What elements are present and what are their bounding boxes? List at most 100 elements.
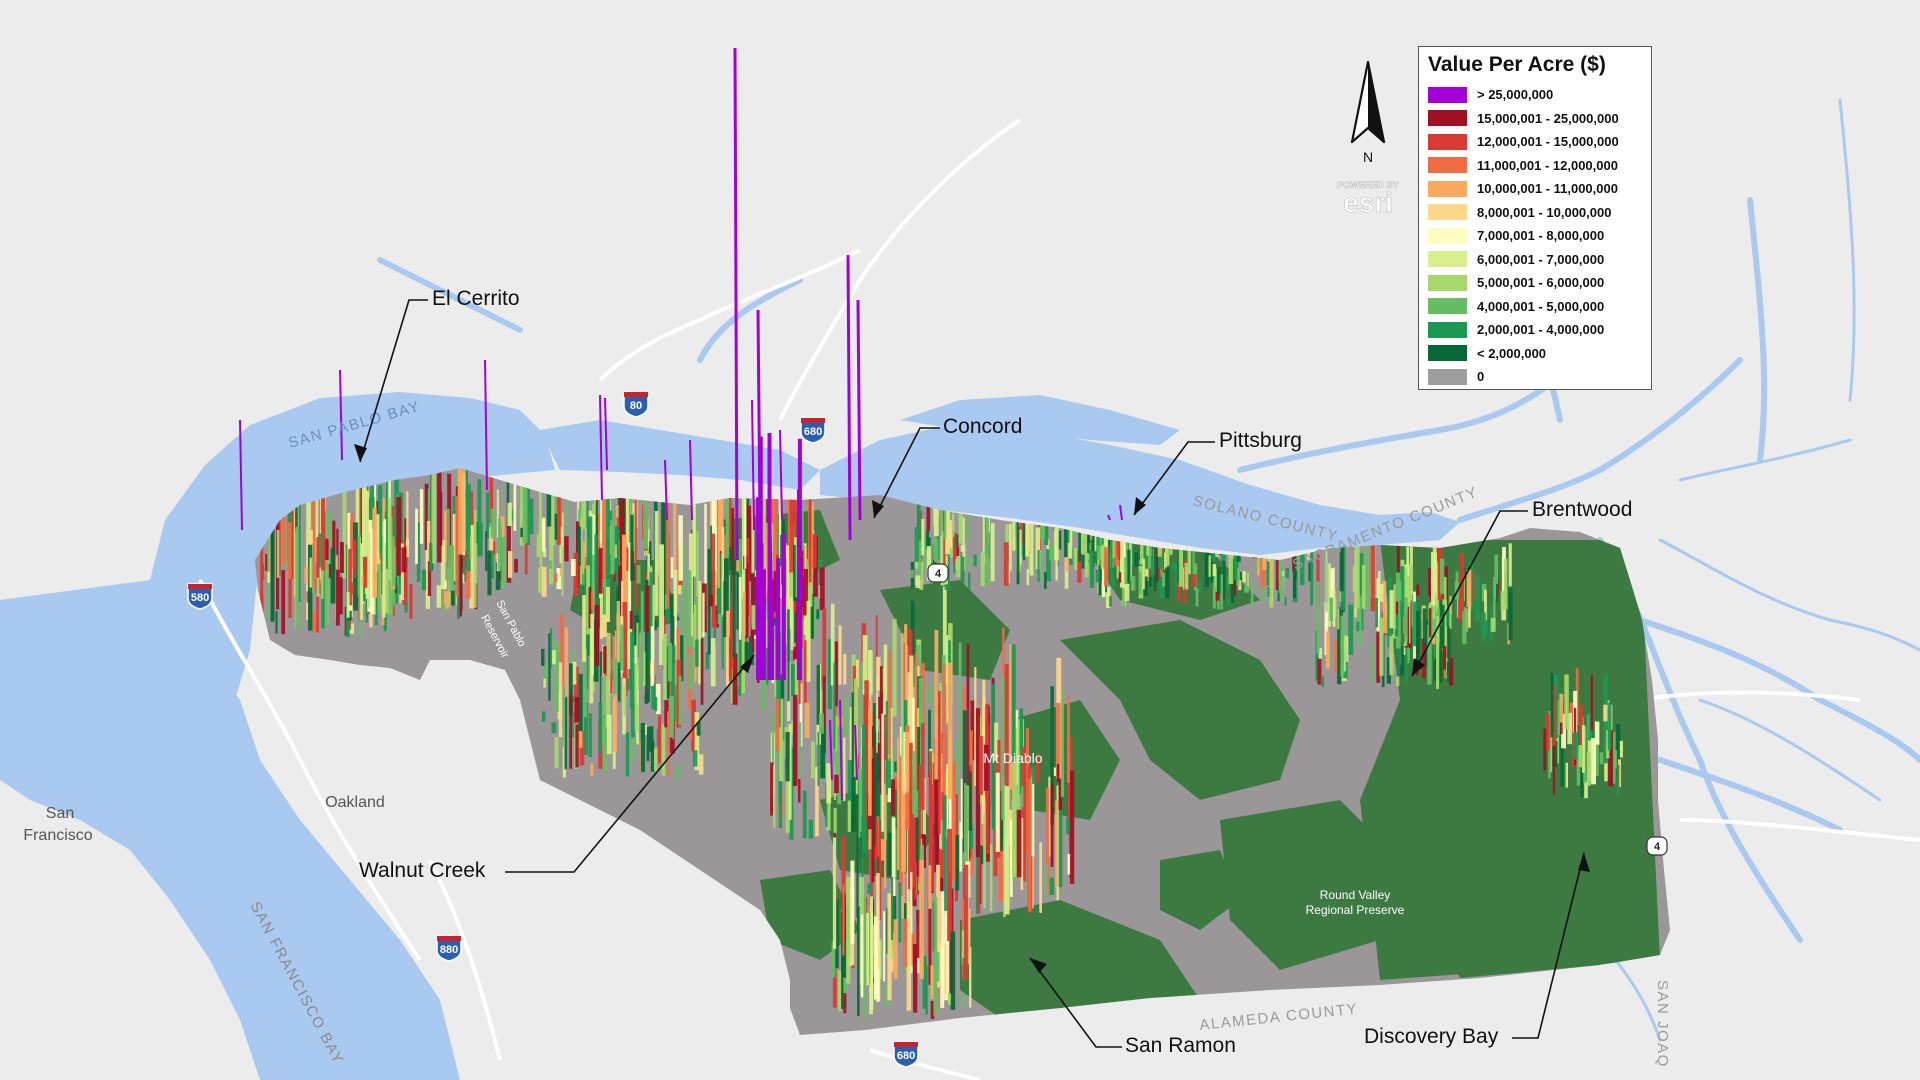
value-bar [711,618,717,628]
value-bar [799,722,802,778]
interstate-80-shield: 80 [623,391,649,418]
value-bar [1250,581,1254,607]
value-bar [316,577,320,597]
value-bar [812,534,817,569]
value-bar [626,547,629,572]
value-bar [785,731,790,782]
value-bar [1325,631,1330,669]
value-bar [948,662,953,800]
value-bar [876,676,879,753]
legend-label: 7,000,001 - 8,000,000 [1477,228,1605,244]
north-label: N [1363,149,1373,165]
value-bar [590,763,594,777]
value-bar [1124,584,1130,602]
value-bar [1466,569,1472,607]
value-bar [901,806,905,847]
value-bar [787,609,790,702]
value-bar [646,726,650,761]
legend-swatch [1428,345,1467,362]
value-bar [772,710,775,766]
value-bar [1591,738,1596,785]
svg-text:680: 680 [897,1050,915,1062]
value-bar [1604,760,1608,782]
value-bar [1016,521,1020,585]
value-bar [979,736,983,795]
value-bar [1370,542,1375,612]
value-bar [990,523,995,582]
value-bar [415,508,418,565]
value-bar [401,547,407,573]
value-bar [893,919,898,979]
value-bar [610,519,615,575]
value-bar [989,844,993,912]
svg-text:4: 4 [935,568,942,580]
value-bar [773,786,776,828]
value-bar [276,530,280,578]
value-bar [884,783,887,889]
value-bar [396,496,402,576]
value-bar [644,694,649,704]
value-bar [1508,543,1512,593]
value-bar [436,585,441,608]
legend: Value Per Acre ($) > 25,000,000 15,000,00… [1418,46,1652,390]
value-bar [1332,588,1336,627]
value-bar [594,534,598,583]
value-bar [885,701,888,795]
value-bar [819,713,824,734]
value-bar [1619,740,1623,758]
value-bar [498,518,502,571]
value-bar [538,568,543,593]
value-bar [692,750,698,767]
legend-label: < 2,000,000 [1477,345,1547,361]
value-bar [933,897,938,1016]
value-bar [443,603,446,614]
value-bar [770,762,774,816]
value-bar [928,751,932,868]
value-bar [606,714,612,755]
legend-label: 4,000,001 - 5,000,000 [1477,298,1605,314]
value-bar [983,813,986,909]
value-bar [630,632,635,709]
value-bar [522,483,528,544]
value-bar [1044,572,1047,589]
value-bar [538,485,542,536]
value-spike [758,436,763,680]
legend-label: 10,000,001 - 11,000,000 [1477,181,1618,197]
value-spike [776,558,781,680]
callout-el-cerrito: El Cerrito [432,287,520,310]
value-bar [564,627,569,697]
value-bar [838,625,842,685]
value-bar [1422,608,1426,644]
legend-label: 15,000,001 - 25,000,000 [1477,110,1619,126]
value-bar [1031,775,1035,857]
value-bar [288,577,292,618]
value-bar [1162,572,1166,587]
value-bar [391,536,395,587]
svg-text:580: 580 [191,592,209,604]
value-bar [696,530,699,597]
value-bar [844,698,849,738]
value-bar [1165,567,1170,599]
value-bar [387,498,392,581]
value-bar [1065,558,1069,572]
value-bar [1049,877,1055,895]
value-bar [1134,552,1139,567]
legend-label: 5,000,001 - 6,000,000 [1477,275,1605,291]
value-bar [793,544,796,601]
value-bar [967,556,972,567]
interstate-680-north-shield: 680 [800,417,826,444]
value-bar [548,560,553,569]
value-bar [708,594,713,607]
label-mt-diablo: Mt Diablo [983,750,1042,766]
value-bar [594,605,600,667]
value-bar [860,914,864,998]
value-bar [1275,560,1279,590]
value-bar [710,638,716,687]
value-spike [846,254,852,541]
value-bar [1389,590,1395,629]
legend-swatch [1428,368,1467,385]
callout-pittsburg: Pittsburg [1219,429,1302,452]
value-bar [377,564,381,613]
value-bar [930,965,934,999]
legend-item: 6,000,001 - 7,000,000 [1428,248,1642,272]
